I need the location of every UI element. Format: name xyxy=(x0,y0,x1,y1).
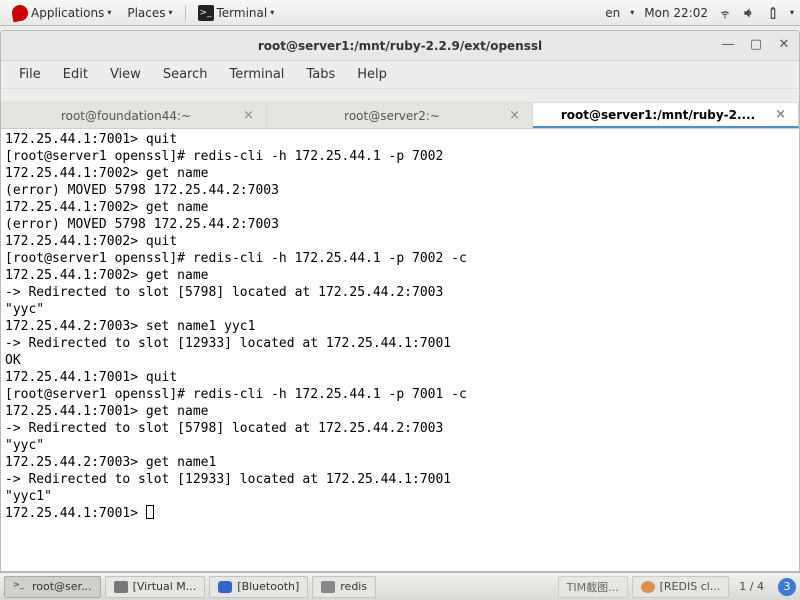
vm-icon xyxy=(114,581,128,593)
tab-strip: root@foundation44:~ × root@server2:~ × r… xyxy=(1,103,799,129)
clock[interactable]: Mon 22:02 xyxy=(644,6,708,20)
battery-icon[interactable] xyxy=(766,6,780,20)
redhat-icon xyxy=(11,3,30,22)
menubar: File Edit View Search Terminal Tabs Help xyxy=(1,61,799,89)
task-label: redis xyxy=(340,580,367,593)
divider xyxy=(185,5,186,21)
tab-close-icon[interactable]: × xyxy=(507,108,522,123)
applications-label: Applications xyxy=(31,6,104,20)
window-title: root@server1:/mnt/ruby-2.2.9/ext/openssl xyxy=(258,39,542,53)
taskbar-task[interactable]: [REDIS cl... xyxy=(632,576,730,598)
toolbar-spacer xyxy=(1,89,799,103)
taskbar-task[interactable]: redis xyxy=(312,576,376,598)
menu-tabs[interactable]: Tabs xyxy=(296,63,345,86)
tab-server1[interactable]: root@server1:/mnt/ruby-2.... × xyxy=(533,103,799,128)
task-label: root@ser... xyxy=(32,580,92,593)
tab-label: root@server2:~ xyxy=(277,109,507,123)
file-icon xyxy=(321,581,335,593)
desktop-top-bar: Applications ▾ Places ▾ >_ Terminal ▾ en… xyxy=(0,0,800,26)
wifi-icon[interactable] xyxy=(718,6,732,20)
chevron-down-icon: ▾ xyxy=(107,8,111,17)
desktop-taskbar: >_ root@ser... [Virtual M... [Bluetooth]… xyxy=(0,572,800,600)
menu-help[interactable]: Help xyxy=(347,63,397,86)
chevron-down-icon: ▾ xyxy=(630,8,634,17)
volume-icon[interactable] xyxy=(742,6,756,20)
menu-view[interactable]: View xyxy=(100,63,151,86)
close-button[interactable]: ✕ xyxy=(775,35,793,53)
tab-foundation44[interactable]: root@foundation44:~ × xyxy=(1,103,267,128)
menu-file[interactable]: File xyxy=(9,63,51,86)
bluetooth-icon xyxy=(218,581,232,593)
taskbar-task[interactable]: [Virtual M... xyxy=(105,576,206,598)
taskbar-task[interactable]: >_ root@ser... xyxy=(4,576,101,598)
tab-server2[interactable]: root@server2:~ × xyxy=(267,103,533,128)
maximize-button[interactable]: ▢ xyxy=(747,35,765,53)
taskbar-task[interactable]: [Bluetooth] xyxy=(209,576,308,598)
tab-label: root@foundation44:~ xyxy=(11,109,241,123)
places-label: Places xyxy=(127,6,165,20)
titlebar[interactable]: root@server1:/mnt/ruby-2.2.9/ext/openssl… xyxy=(1,31,799,61)
task-label: [REDIS cl... xyxy=(660,580,721,593)
terminal-window: root@server1:/mnt/ruby-2.2.9/ext/openssl… xyxy=(0,30,800,572)
task-label: [Bluetooth] xyxy=(237,580,299,593)
notification-badge[interactable]: 3 xyxy=(778,578,796,596)
workspace-indicator[interactable]: 1 / 4 xyxy=(733,580,770,593)
tab-close-icon[interactable]: × xyxy=(241,108,256,123)
firefox-icon xyxy=(641,581,655,593)
active-app-label: Terminal xyxy=(217,6,268,20)
terminal-icon: >_ xyxy=(198,5,214,21)
chevron-down-icon: ▾ xyxy=(270,8,274,17)
active-app-menu[interactable]: >_ Terminal ▾ xyxy=(192,3,281,23)
minimize-button[interactable]: — xyxy=(719,35,737,53)
menu-edit[interactable]: Edit xyxy=(53,63,98,86)
task-label: [Virtual M... xyxy=(133,580,197,593)
tab-label: root@server1:/mnt/ruby-2.... xyxy=(543,108,773,122)
tab-close-icon[interactable]: × xyxy=(773,107,788,122)
applications-menu[interactable]: Applications ▾ xyxy=(6,3,117,23)
chevron-down-icon: ▾ xyxy=(790,8,794,17)
chevron-down-icon: ▾ xyxy=(168,8,172,17)
places-menu[interactable]: Places ▾ xyxy=(121,4,178,22)
terminal-icon: >_ xyxy=(13,580,27,594)
menu-search[interactable]: Search xyxy=(153,63,218,86)
menu-terminal[interactable]: Terminal xyxy=(219,63,294,86)
keyboard-layout-indicator[interactable]: en xyxy=(605,6,620,20)
cursor xyxy=(146,505,154,519)
taskbar-task[interactable]: TIM截图... xyxy=(558,576,628,598)
task-label: TIM截图... xyxy=(567,579,619,595)
terminal-content[interactable]: 172.25.44.1:7001> quit [root@server1 ope… xyxy=(1,129,799,571)
